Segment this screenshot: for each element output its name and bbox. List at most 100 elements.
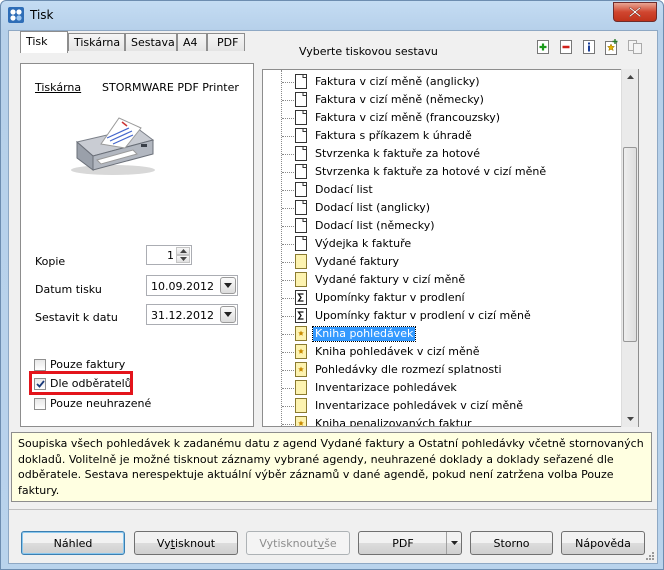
option-pouze-faktury[interactable]: Pouze faktury [34, 358, 125, 371]
chevron-down-icon [450, 541, 458, 545]
preview-button[interactable]: Náhled [21, 531, 125, 555]
list-item[interactable]: Faktura v cizí měně (německy) [263, 91, 621, 109]
document-icon [295, 146, 307, 161]
document-icon [295, 74, 307, 89]
list-item-label: Dodací list [315, 183, 373, 196]
list-item[interactable]: Stvrzenka k faktuře za hotové v cizí měn… [263, 163, 621, 181]
list-item[interactable]: Inventarizace pohledávek v cizí měně [263, 397, 621, 415]
copies-down-button[interactable] [176, 255, 190, 263]
plus-icon [536, 39, 549, 54]
list-item[interactable]: Výdejka k faktuře [263, 235, 621, 253]
tree-branch [282, 262, 294, 263]
list-item[interactable]: Inventarizace pohledávek [263, 379, 621, 397]
divider [9, 509, 657, 510]
list-item[interactable]: Upomínky faktur v prodlení [263, 289, 621, 307]
list-item[interactable]: Vydané faktury [263, 253, 621, 271]
report-list[interactable]: Faktura v cizí měně (anglicky) Faktura v … [262, 69, 639, 427]
document-icon [295, 92, 307, 107]
tab-label: Sestava [131, 36, 175, 49]
list-item[interactable]: Dodací list [263, 181, 621, 199]
option-label: Pouze neuhrazené [50, 397, 152, 410]
tree-branch [282, 136, 294, 137]
report-info-button[interactable] [580, 38, 597, 55]
tab-label: PDF [217, 36, 239, 49]
printer-link[interactable]: Tiskárna [35, 81, 81, 94]
list-item-label: Faktura v cizí měně (francouzsky) [315, 111, 501, 124]
print-date-picker[interactable]: 10.09.2012 [146, 275, 238, 296]
cancel-button[interactable]: Storno [470, 531, 553, 555]
title-bar[interactable]: Tisk [1, 1, 663, 29]
tab-tiskarna[interactable]: Tiskárna [68, 33, 125, 51]
list-item-label: Stvrzenka k faktuře za hotové v cizí měn… [315, 165, 547, 178]
list-item[interactable]: Dodací list (anglicky) [263, 199, 621, 217]
list-item[interactable]: Kniha pohledávek v cizí měně [263, 343, 621, 361]
add-report-button[interactable] [534, 38, 551, 55]
tree-branch [282, 334, 294, 335]
compile-date-dropdown-button[interactable] [220, 306, 236, 323]
list-item-label: Výdejka k faktuře [315, 237, 412, 250]
dialog-content: Tisk Tiskárna Sestava A4 PDF Vyberte tis… [8, 30, 658, 564]
remove-report-button[interactable] [557, 38, 574, 55]
tab-tisk[interactable]: Tisk [20, 31, 68, 53]
tab-sestava[interactable]: Sestava [125, 33, 177, 51]
report-toolbar [534, 38, 643, 55]
checkbox-pouze-neuhrazene[interactable] [34, 397, 46, 410]
favorite-report-button[interactable] [603, 38, 620, 55]
copies-stepper[interactable]: 1 [146, 245, 192, 265]
print-date-value: 10.09.2012 [151, 280, 214, 293]
report-list-scrollbar[interactable] [621, 69, 638, 427]
list-item[interactable]: Vydané faktury v cizí měně [263, 271, 621, 289]
scroll-thumb[interactable] [623, 147, 637, 342]
tree-branch [282, 82, 294, 83]
print-date-dropdown-button[interactable] [220, 277, 236, 294]
chevron-down-icon [626, 417, 634, 421]
list-item[interactable]: Faktura s příkazem k úhradě [263, 127, 621, 145]
print-button[interactable]: Vy t isknout [134, 531, 238, 555]
scroll-down-button[interactable] [622, 411, 638, 427]
yellow-document-icon [295, 254, 307, 269]
option-pouze-neuhrazene[interactable]: Pouze neuhrazené [34, 397, 151, 410]
list-item[interactable]: Faktura v cizí měně (anglicky) [263, 73, 621, 91]
star-document-icon [295, 344, 307, 359]
pdf-dropdown-button[interactable] [446, 532, 461, 554]
tab-pdf[interactable]: PDF [207, 33, 245, 51]
list-item-label: Inventarizace pohledávek [315, 381, 457, 394]
list-item-label: Upomínky faktur v prodlení v cizí měně [315, 309, 531, 322]
print-all-button[interactable]: Vytisknout v še [246, 531, 350, 555]
list-item-label: Inventarizace pohledávek v cizí měně [315, 399, 523, 412]
tree-branch [282, 172, 294, 173]
highlight-annotation-box [29, 371, 133, 395]
button-label: Storno [493, 536, 530, 550]
tab-a4[interactable]: A4 [177, 33, 207, 51]
yellow-document-icon [295, 272, 307, 287]
tree-branch [282, 208, 294, 209]
tree-branch [282, 154, 294, 155]
scroll-up-button[interactable] [622, 69, 638, 85]
list-item[interactable]: Faktura v cizí měně (francouzsky) [263, 109, 621, 127]
list-item[interactable]: Pohledávky dle rozmezí splatnosti [263, 361, 621, 379]
compile-date-picker[interactable]: 31.12.2012 [146, 304, 238, 325]
list-item[interactable]: Upomínky faktur v prodlení v cizí měně [263, 307, 621, 325]
list-item[interactable]: Stvrzenka k faktuře za hotové [263, 145, 621, 163]
tree-branch [282, 352, 294, 353]
tree-branch [282, 316, 294, 317]
list-item-label: Faktura v cizí měně (anglicky) [315, 75, 480, 88]
copy-report-button[interactable] [626, 38, 643, 55]
list-item[interactable]: Kniha penalizovaných faktur [263, 415, 621, 427]
print-date-label: Datum tisku [35, 283, 102, 296]
list-item[interactable]: Dodací list (německy) [263, 217, 621, 235]
checkbox-pouze-faktury[interactable] [34, 358, 46, 371]
list-item[interactable]: Kniha pohledávek [263, 325, 621, 343]
list-item-label: Kniha pohledávek [311, 326, 417, 342]
resize-grip-icon[interactable] [645, 551, 655, 561]
document-icon [295, 110, 307, 125]
info-icon [582, 39, 595, 54]
copies-up-button[interactable] [176, 247, 190, 255]
pdf-split-button[interactable]: PDF [358, 531, 462, 555]
help-button[interactable]: Nápověda [561, 531, 645, 555]
window-title: Tisk [30, 8, 54, 22]
close-button[interactable] [613, 2, 657, 22]
star-document-icon [295, 362, 307, 377]
list-item-label: Kniha penalizovaných faktur [315, 417, 472, 427]
sum-document-icon [295, 290, 307, 305]
